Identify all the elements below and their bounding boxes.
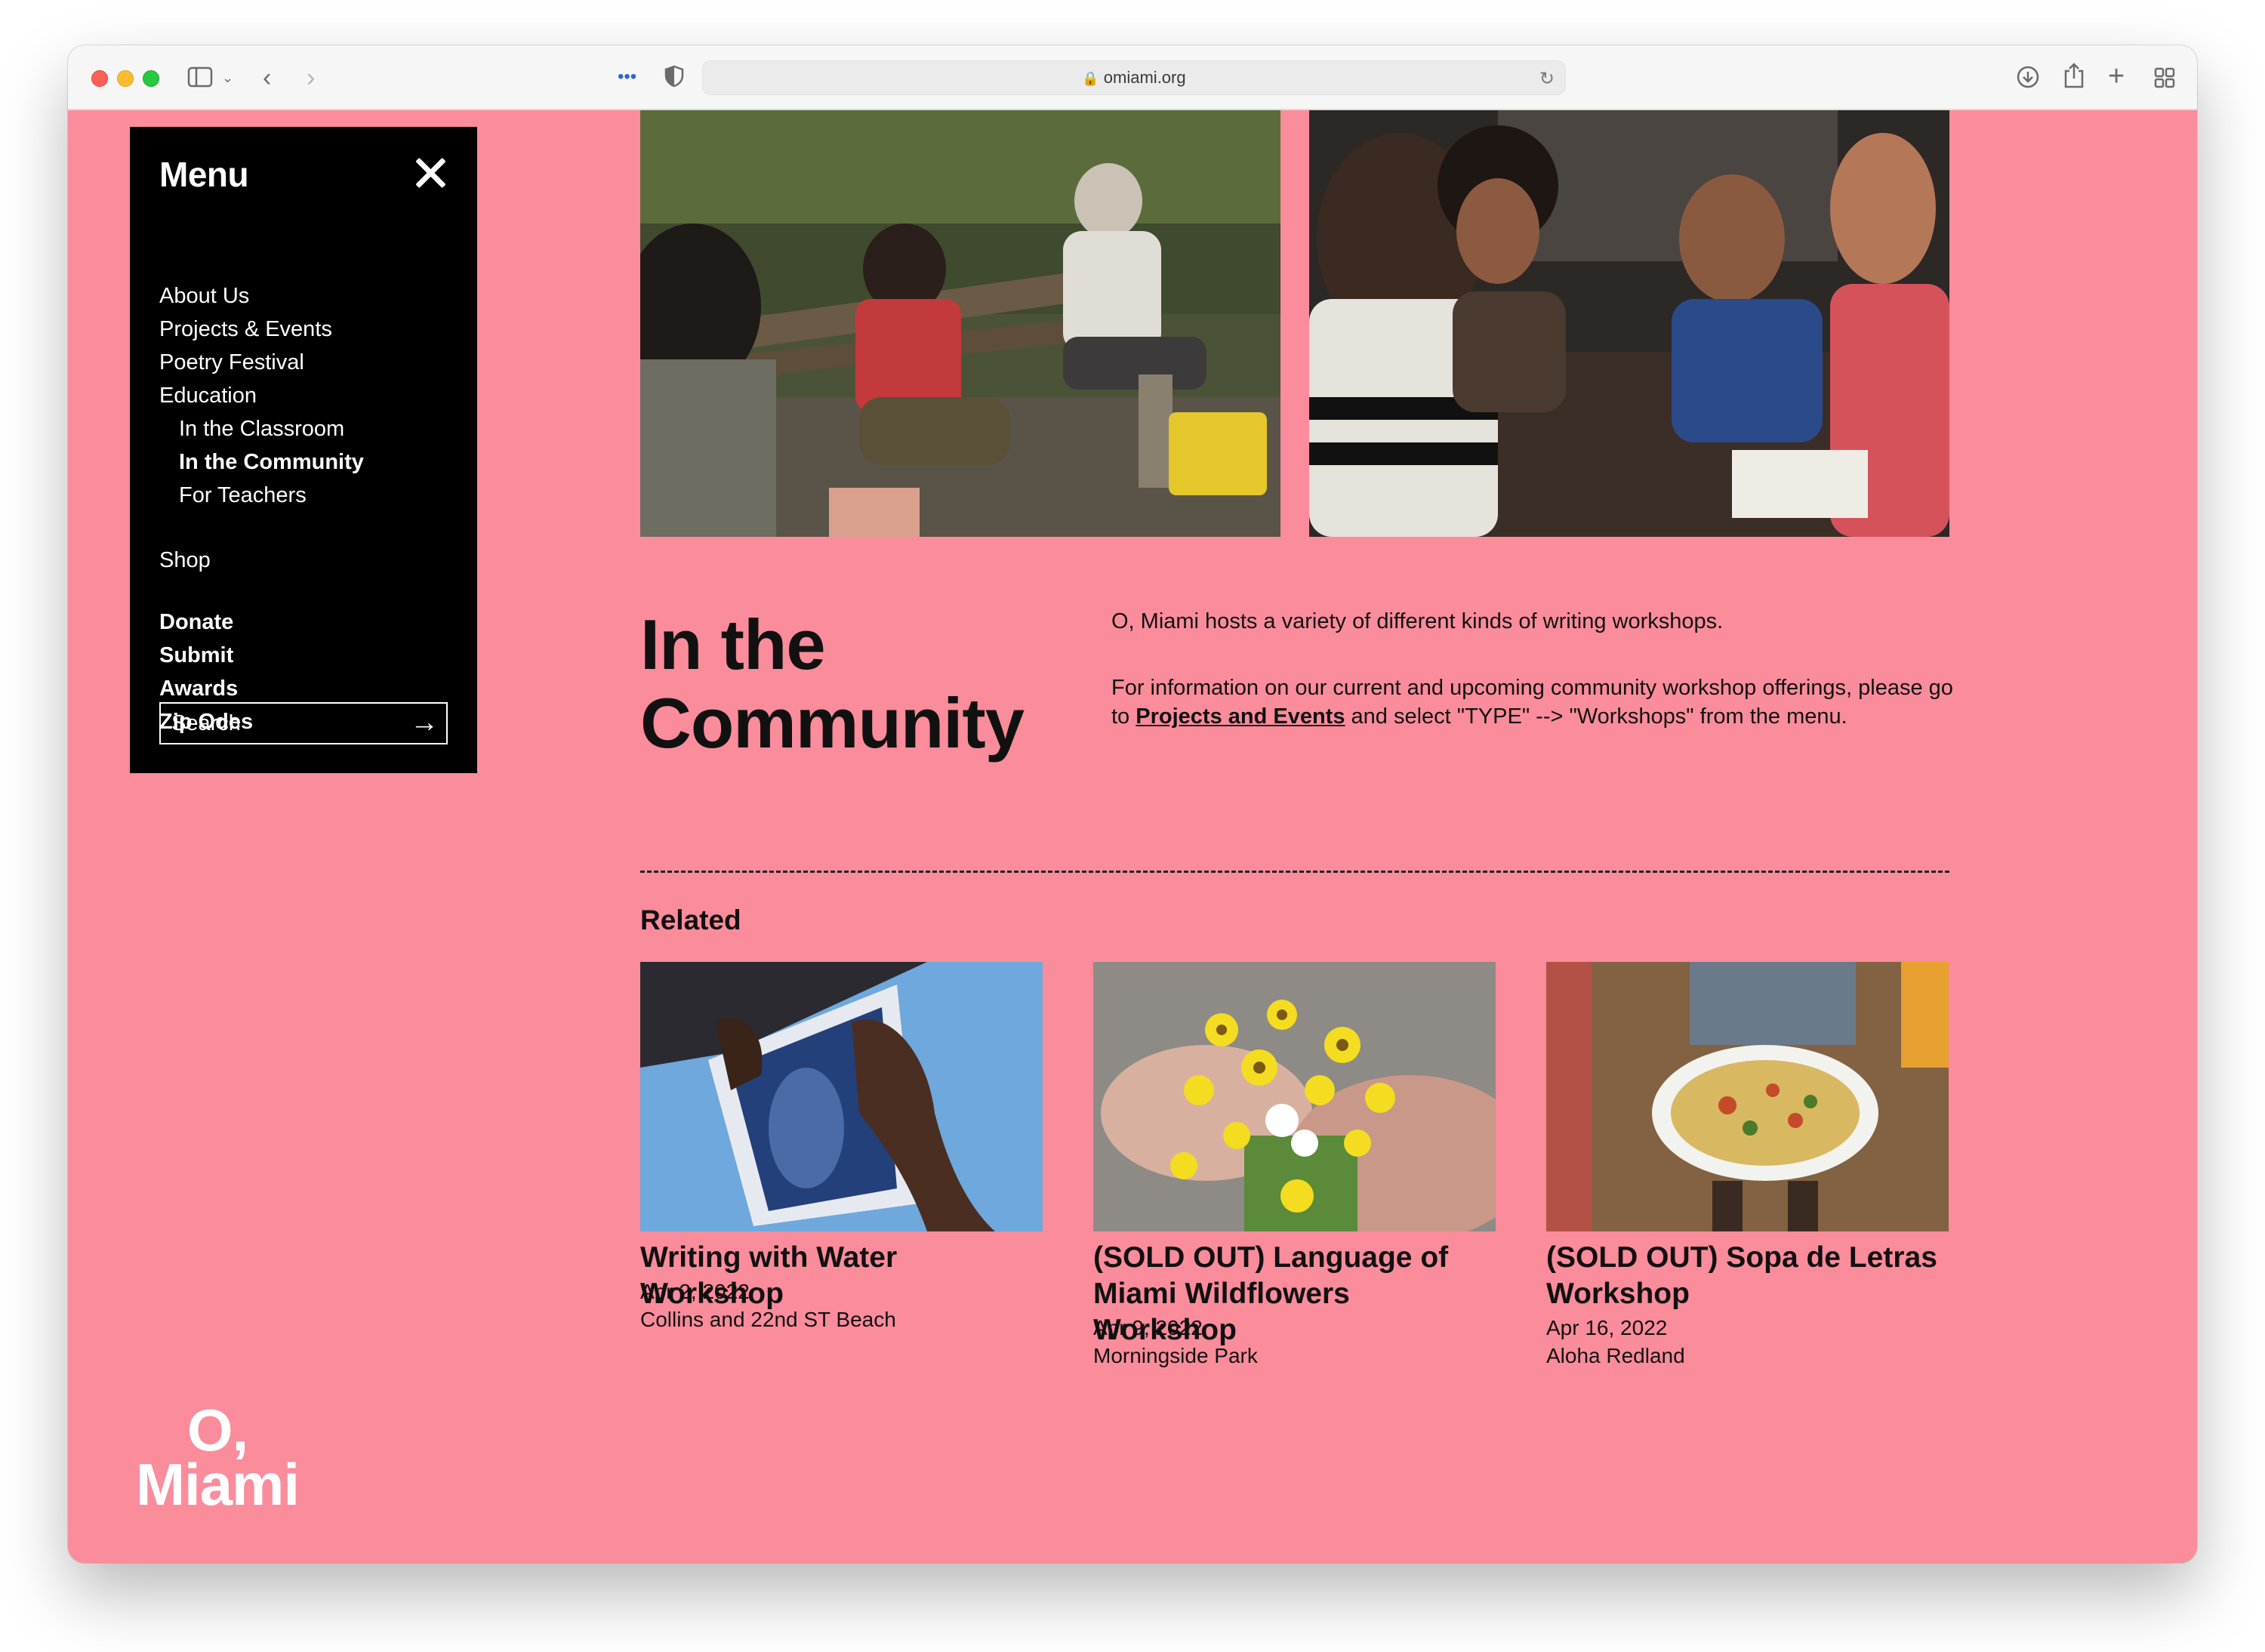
card-date: Apr 9, 2022: [1093, 1316, 1203, 1339]
section-divider: [640, 871, 1949, 873]
related-heading: Related: [640, 905, 741, 935]
privacy-shield-icon[interactable]: [664, 65, 684, 92]
menu-item-poetry-festival[interactable]: Poetry Festival: [159, 350, 304, 375]
menu-title: Menu: [159, 155, 249, 194]
logo-line-1: O,: [186, 1397, 248, 1463]
search-box: →: [159, 702, 448, 744]
workshop-table-photo: [1309, 110, 1949, 537]
projects-and-events-link[interactable]: Projects and Events: [1136, 704, 1345, 729]
lock-icon: 🔒: [1082, 71, 1099, 86]
intro-paragraph-1: O, Miami hosts a variety of different ki…: [1111, 609, 1724, 633]
workshop-park-photo: [640, 110, 1280, 537]
card-location: Collins and 22nd ST Beach: [640, 1308, 896, 1331]
zoom-window-button[interactable]: [143, 70, 159, 87]
menu-item-education[interactable]: Education: [159, 384, 257, 408]
address-bar[interactable]: 🔒 omiami.org ↻: [702, 60, 1566, 95]
navigation-menu: Menu About Us Projects & Events Poetry F…: [130, 127, 477, 773]
reload-icon[interactable]: ↻: [1539, 68, 1555, 90]
url-text: omiami.org: [1103, 68, 1186, 87]
card-title-sopa-de-letras[interactable]: (SOLD OUT) Sopa de Letras Workshop: [1546, 1240, 1954, 1312]
browser-toolbar: ⌄ ‹ › ••• 🔒 omiami.org ↻ +: [68, 45, 2197, 110]
card-date: Apr 2, 2022: [640, 1280, 750, 1303]
browser-window: ⌄ ‹ › ••• 🔒 omiami.org ↻ + Menu About Us…: [68, 45, 2197, 1563]
menu-item-awards[interactable]: Awards: [159, 677, 238, 701]
o-miami-logo[interactable]: O, Miami: [127, 1397, 308, 1518]
close-window-button[interactable]: [91, 70, 108, 87]
intro-text: O, Miami hosts a variety of different ki…: [1111, 607, 1957, 769]
wildflowers-image[interactable]: [1093, 962, 1496, 1231]
minimize-window-button[interactable]: [117, 70, 134, 87]
close-menu-icon[interactable]: [414, 156, 448, 190]
sopa-de-letras-image[interactable]: [1546, 962, 1949, 1231]
menu-item-about-us[interactable]: About Us: [159, 284, 249, 309]
back-arrow-icon[interactable]: ‹: [263, 65, 271, 91]
menu-item-donate[interactable]: Donate: [159, 610, 233, 635]
logo-line-2: Miami: [135, 1451, 300, 1518]
menu-item-projects-events[interactable]: Projects & Events: [159, 317, 332, 342]
forward-arrow-icon[interactable]: ›: [307, 65, 315, 91]
tab-overview-icon[interactable]: [2153, 66, 2176, 94]
menu-item-shop[interactable]: Shop: [159, 548, 211, 573]
card-date: Apr 16, 2022: [1546, 1316, 1668, 1339]
menu-item-submit[interactable]: Submit: [159, 643, 233, 668]
menu-item-in-the-classroom[interactable]: In the Classroom: [179, 417, 344, 442]
writing-with-water-image[interactable]: [640, 962, 1043, 1231]
page-title: In the Community: [640, 605, 1025, 763]
menu-item-for-teachers[interactable]: For Teachers: [179, 483, 307, 508]
menu-item-in-the-community[interactable]: In the Community: [179, 450, 364, 475]
chevron-down-icon[interactable]: ⌄: [222, 71, 233, 85]
share-icon[interactable]: [2063, 62, 2085, 94]
sidebar-toggle-icon[interactable]: [187, 66, 213, 92]
extensions-icon[interactable]: •••: [618, 68, 636, 86]
intro-text-after-link: and select "TYPE" --> "Workshops" from t…: [1345, 704, 1847, 729]
card-location: Aloha Redland: [1546, 1344, 1685, 1367]
downloads-icon[interactable]: [2016, 65, 2040, 94]
new-tab-icon[interactable]: +: [2108, 62, 2125, 91]
intro-paragraph-2: For information on our current and upcom…: [1111, 673, 1957, 731]
search-input[interactable]: [161, 704, 387, 743]
card-location: Morningside Park: [1093, 1344, 1258, 1367]
arrow-right-icon[interactable]: →: [410, 707, 439, 739]
